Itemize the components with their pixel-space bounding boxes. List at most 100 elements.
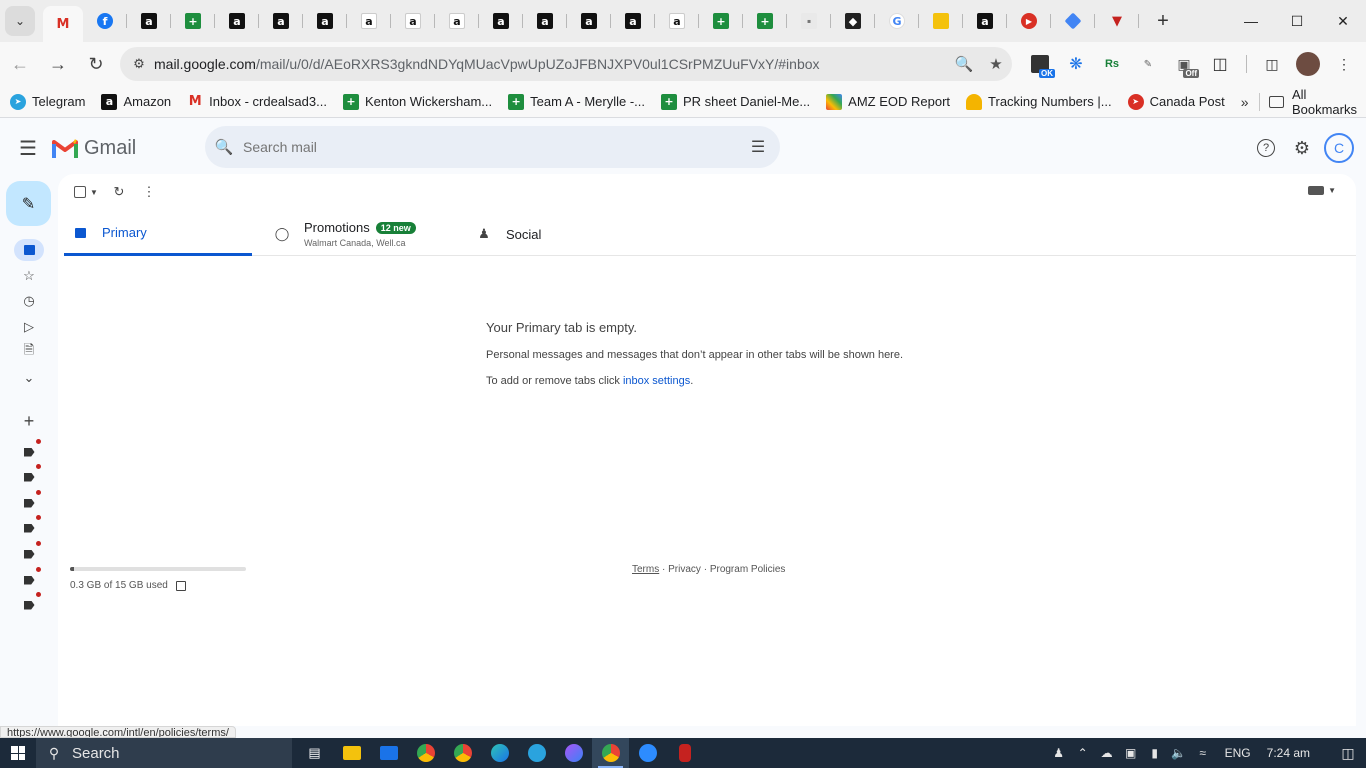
bookmark-pr-sheet[interactable]: + PR sheet Daniel-Me... <box>655 88 816 116</box>
bookmark-team-a[interactable]: + Team A - Merylle -... <box>502 88 651 116</box>
chrome-app-active[interactable] <box>592 738 629 768</box>
refresh-button[interactable]: ↻ <box>104 184 134 200</box>
snoozed-nav[interactable]: ◷ <box>16 290 42 312</box>
browser-tab[interactable]: a <box>435 6 479 36</box>
browser-tab[interactable]: a <box>611 6 655 36</box>
bookmark-telegram[interactable]: ➤ Telegram <box>4 88 91 116</box>
address-url[interactable]: mail.google.com/mail/u/0/d/AEoRXRS3gkndN… <box>154 56 948 72</box>
gmail-logo[interactable]: Gmail <box>52 137 136 160</box>
browser-tab[interactable]: + <box>699 6 743 36</box>
bookmark-canada-post[interactable]: ➤ Canada Post <box>1122 88 1231 116</box>
volume-icon[interactable]: 🔈 <box>1167 746 1191 760</box>
zoom-app[interactable] <box>629 738 666 768</box>
account-button[interactable]: C <box>1324 133 1354 163</box>
compose-button[interactable]: ✎ <box>6 181 51 226</box>
bookmark-amz-eod[interactable]: AMZ EOD Report <box>820 88 956 116</box>
messenger-app[interactable] <box>555 738 592 768</box>
reload-button[interactable]: ↻ <box>78 46 114 82</box>
search-input[interactable] <box>243 139 736 155</box>
start-button[interactable] <box>0 738 36 768</box>
bookmark-kenton[interactable]: + Kenton Wickersham... <box>337 88 498 116</box>
people-icon[interactable]: ♟ <box>1047 746 1071 760</box>
search-bar[interactable]: 🔍 ☰ <box>205 126 780 168</box>
forward-button[interactable]: → <box>40 46 76 82</box>
settings-button[interactable]: ⚙ <box>1284 130 1320 166</box>
select-all-checkbox[interactable]: ▼ <box>68 186 104 198</box>
browser-tab[interactable]: ▶ <box>1007 6 1051 36</box>
browser-tab[interactable]: ▪ <box>787 6 831 36</box>
cloud-icon[interactable]: ☁ <box>1095 746 1119 760</box>
browser-tab[interactable] <box>919 6 963 36</box>
tab-primary[interactable]: Primary <box>64 212 252 256</box>
extension-button[interactable]: ✎ <box>1130 48 1166 80</box>
battery-icon[interactable]: ▮ <box>1143 746 1167 760</box>
all-bookmarks-button[interactable]: All Bookmarks <box>1269 87 1366 117</box>
bookmark-inbox[interactable]: M Inbox - crdealsad3... <box>181 88 333 116</box>
tab-search-button[interactable]: ⌄ <box>5 6 35 36</box>
browser-tab[interactable]: a <box>963 6 1007 36</box>
extension-button[interactable]: ❋ <box>1058 48 1094 80</box>
language-indicator[interactable]: ENG <box>1225 746 1251 760</box>
extension-button[interactable]: ▣ Off <box>1166 48 1202 80</box>
back-button[interactable]: ← <box>2 46 38 82</box>
browser-tab[interactable]: a <box>391 6 435 36</box>
browser-tab[interactable] <box>1051 6 1095 36</box>
create-label-button[interactable]: + <box>16 410 42 432</box>
browser-tab[interactable]: ▼ <box>1095 6 1139 36</box>
inbox-settings-link[interactable]: inbox settings <box>623 375 690 387</box>
browser-menu-button[interactable]: ⋮ <box>1326 48 1362 80</box>
browser-tab[interactable]: + <box>743 6 787 36</box>
label-item[interactable] <box>16 490 42 514</box>
browser-tab[interactable]: a <box>347 6 391 36</box>
mail-app[interactable] <box>370 738 407 768</box>
browser-tab[interactable]: a <box>567 6 611 36</box>
support-button[interactable]: ? <box>1248 130 1284 166</box>
label-item[interactable] <box>16 464 42 488</box>
input-tools-button[interactable]: ▼ <box>1308 186 1336 195</box>
profile-button[interactable] <box>1290 48 1326 80</box>
notification-icon[interactable]: ◫ <box>1330 745 1366 762</box>
label-item[interactable] <box>16 592 42 616</box>
browser-tab[interactable]: G <box>875 6 919 36</box>
inbox-nav[interactable] <box>14 239 44 261</box>
extensions-menu-button[interactable]: ◫ <box>1202 48 1238 80</box>
label-item[interactable] <box>16 567 42 591</box>
drafts-nav[interactable]: 🗎 <box>16 341 42 363</box>
more-nav[interactable]: ⌄ <box>16 367 42 389</box>
chrome-app[interactable] <box>444 738 481 768</box>
starred-nav[interactable]: ☆ <box>16 265 42 287</box>
tab-social[interactable]: ♟ Social <box>476 212 541 256</box>
device-icon[interactable]: ▣ <box>1119 746 1143 760</box>
chrome-app[interactable] <box>407 738 444 768</box>
close-button[interactable]: ✕ <box>1320 0 1366 42</box>
search-icon[interactable]: 🔍 <box>205 138 243 156</box>
maximize-button[interactable]: ☐ <box>1274 0 1320 42</box>
program-policies-link[interactable]: Program Policies <box>710 564 786 575</box>
sent-nav[interactable]: ▷ <box>16 316 42 338</box>
label-item[interactable] <box>16 439 42 463</box>
zoom-icon[interactable]: 🔍 <box>948 55 980 73</box>
search-options-icon[interactable]: ☰ <box>736 137 780 157</box>
telegram-app[interactable] <box>518 738 555 768</box>
bookmark-tracking[interactable]: Tracking Numbers |... <box>960 88 1118 116</box>
address-bar[interactable]: ⚙ mail.google.com/mail/u/0/d/AEoRXRS3gkn… <box>120 47 1012 81</box>
browser-tab[interactable]: a <box>127 6 171 36</box>
extension-button[interactable]: OK <box>1022 48 1058 80</box>
site-settings-icon[interactable]: ⚙ <box>124 56 154 72</box>
tab-promotions[interactable]: ◯ Promotions 12 new Walmart Canada, Well… <box>274 212 416 256</box>
side-panel-button[interactable]: ◫ <box>1254 48 1290 80</box>
bookmark-amazon[interactable]: a Amazon <box>95 88 177 116</box>
browser-tab[interactable]: a <box>479 6 523 36</box>
browser-tab[interactable]: a <box>523 6 567 36</box>
label-item[interactable] <box>16 515 42 539</box>
browser-tab[interactable]: a <box>259 6 303 36</box>
main-menu-button[interactable]: ☰ <box>8 128 48 168</box>
bookmark-star-icon[interactable]: ★ <box>980 55 1012 73</box>
browser-tab-gmail[interactable]: M <box>43 6 83 42</box>
clock[interactable]: 7:24 am <box>1267 746 1310 760</box>
browser-tab[interactable]: a <box>655 6 699 36</box>
minimize-button[interactable]: — <box>1228 0 1274 42</box>
browser-tab[interactable]: a <box>303 6 347 36</box>
browser-tab[interactable]: ◆ <box>831 6 875 36</box>
edge-app[interactable] <box>481 738 518 768</box>
